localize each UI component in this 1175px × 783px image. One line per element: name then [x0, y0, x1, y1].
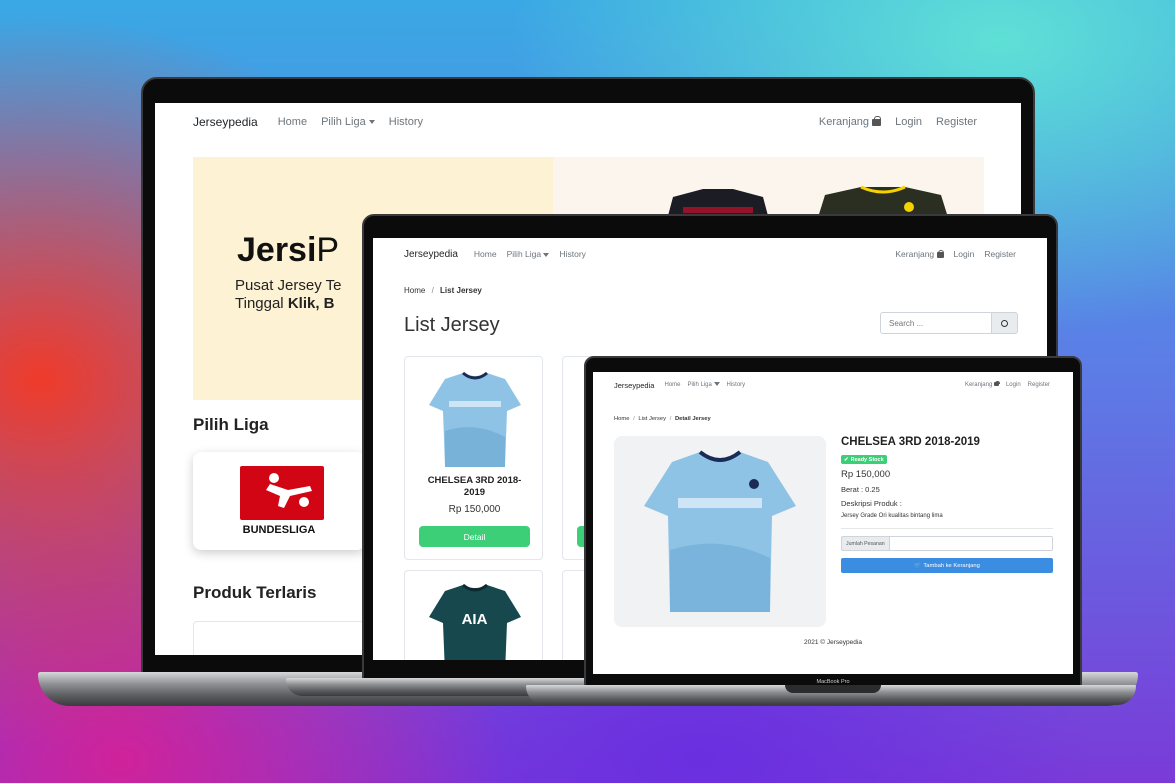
- league-card-bundesliga[interactable]: BUNDESLIGA: [193, 452, 365, 550]
- breadcrumb-list[interactable]: List Jersey: [638, 416, 666, 422]
- detail-button[interactable]: Detail: [419, 526, 530, 547]
- hero-subtitle-line2: Tinggal Klik, B: [235, 295, 335, 312]
- hero-subtitle-prefix: Tinggal: [235, 295, 288, 312]
- shopping-bag-icon: [993, 381, 1000, 387]
- nav-register[interactable]: Register: [984, 249, 1016, 259]
- nav-login[interactable]: Login: [954, 249, 975, 259]
- product-card: CHELSEA 3RD 2018- 2019 Rp 150,000 Detail: [404, 356, 543, 560]
- search-input[interactable]: Search ...: [880, 312, 992, 334]
- page-title: List Jersey: [404, 314, 500, 336]
- breadcrumb-home[interactable]: Home: [404, 286, 425, 295]
- nav-league-label: Pilih Liga: [321, 116, 366, 128]
- chevron-down-icon: [713, 382, 720, 387]
- jersey-image-chelsea-large: [642, 450, 798, 614]
- hero-subtitle-line1: Pusat Jersey Te: [235, 277, 342, 294]
- nav-register[interactable]: Register: [936, 116, 977, 128]
- section-title-league: Pilih Liga: [193, 415, 269, 434]
- breadcrumb-separator: /: [633, 416, 635, 422]
- add-to-cart-button[interactable]: 🛒 Tambah ke Keranjang: [841, 558, 1053, 573]
- nav-cart[interactable]: Keranjang: [964, 381, 1000, 388]
- nav-cart-label: Keranjang: [964, 382, 993, 388]
- product-description: Jersey Grade Ori kualitas bintang lima: [841, 513, 943, 519]
- chevron-down-icon: [543, 252, 550, 257]
- nav-league-dropdown[interactable]: Pilih Liga: [507, 249, 550, 259]
- nav-register[interactable]: Register: [1028, 382, 1050, 388]
- search-icon: [1001, 319, 1008, 327]
- nav-league-label: Pilih Liga: [506, 249, 542, 259]
- quantity-label: Jumlah Pesanan: [841, 536, 890, 551]
- hero-title-light: P: [316, 231, 340, 269]
- section-title-best-seller: Produk Terlaris: [193, 583, 317, 602]
- hero-title-bold: Jersi: [237, 231, 317, 269]
- nav-login[interactable]: Login: [895, 116, 922, 128]
- footer-text: 2021 © Jerseypedia: [804, 639, 862, 646]
- nav-cart[interactable]: Keranjang: [818, 116, 882, 128]
- divider: [841, 528, 1053, 529]
- product-weight: Berat : 0.25: [841, 485, 880, 494]
- jersey-sponsor-text: AIA: [461, 611, 488, 628]
- chevron-down-icon: [368, 120, 375, 125]
- best-seller-card[interactable]: [193, 621, 365, 655]
- brand-link[interactable]: Jerseypedia: [614, 381, 654, 390]
- breadcrumb-separator: /: [669, 416, 672, 422]
- product-name-line1: CHELSEA 3RD 2018-: [427, 475, 522, 486]
- nav-league-label: Pilih Liga: [687, 382, 712, 388]
- nav-home[interactable]: Home: [664, 382, 680, 388]
- nav-league-dropdown[interactable]: Pilih Liga: [321, 116, 375, 128]
- front-laptop-notch: [785, 685, 881, 693]
- navbar-right: Keranjang Login Register: [964, 381, 1050, 388]
- brand-link[interactable]: Jerseypedia: [404, 249, 458, 260]
- stock-badge: ✔ Ready Stock: [841, 455, 887, 464]
- league-name: BUNDESLIGA: [242, 524, 316, 536]
- front-laptop-screen: Jerseypedia Home Pilih Liga History Kera…: [593, 372, 1073, 674]
- breadcrumb: Home / List Jersey / Detail Jersey: [614, 416, 711, 422]
- navbar: Jerseypedia Home Pilih Liga History Kera…: [193, 115, 977, 129]
- nav-login[interactable]: Login: [1006, 382, 1021, 388]
- breadcrumb-separator: /: [431, 286, 434, 295]
- nav-cart-label: Keranjang: [895, 249, 935, 259]
- nav-history[interactable]: History: [559, 249, 585, 259]
- product-title: CHELSEA 3RD 2018-2019: [841, 436, 980, 448]
- bundesliga-logo: [240, 466, 324, 520]
- nav-history[interactable]: History: [727, 382, 746, 388]
- breadcrumb-current: List Jersey: [440, 286, 482, 295]
- breadcrumb: Home / List Jersey: [404, 286, 482, 295]
- shopping-bag-icon: [936, 249, 944, 258]
- device-label: MacBook Pro: [816, 679, 850, 685]
- nav-home[interactable]: Home: [474, 249, 497, 259]
- nav-home[interactable]: Home: [278, 116, 307, 128]
- search-button[interactable]: [992, 312, 1018, 334]
- check-icon: ✔: [844, 456, 849, 463]
- product-price: Rp 150,000: [448, 504, 501, 515]
- product-card-3: AIA: [404, 570, 543, 660]
- product-name-line2: 2019: [463, 487, 486, 498]
- hero-title: JersiP: [237, 231, 339, 270]
- search-group: Search ...: [880, 312, 1018, 334]
- navbar-right: Keranjang Login Register: [895, 249, 1016, 259]
- navbar: Jerseypedia Home Pilih Liga History Kera…: [614, 380, 1050, 390]
- quantity-input[interactable]: [889, 536, 1053, 551]
- jersey-image-chelsea: [427, 371, 523, 469]
- breadcrumb-current: Detail Jersey: [674, 416, 711, 422]
- brand-link[interactable]: Jerseypedia: [193, 115, 258, 129]
- navbar-right: Keranjang Login Register: [819, 116, 977, 128]
- stock-badge-label: Ready Stock: [850, 456, 884, 463]
- product-description-label: Deskripsi Produk :: [841, 499, 902, 508]
- quantity-group: Jumlah Pesanan: [841, 536, 1053, 551]
- breadcrumb-home[interactable]: Home: [614, 416, 629, 422]
- add-to-cart-label: Tambah ke Keranjang: [923, 562, 980, 569]
- hero-subtitle-bold: Klik, B: [287, 295, 335, 312]
- product-image-panel: [614, 436, 826, 627]
- shopping-bag-icon: [872, 116, 882, 126]
- product-name: CHELSEA 3RD 2018- 2019: [405, 475, 544, 499]
- product-price: Rp 150,000: [841, 469, 891, 480]
- cart-icon: 🛒: [914, 562, 922, 569]
- nav-history[interactable]: History: [389, 116, 423, 128]
- navbar: Jerseypedia Home Pilih Liga History Kera…: [404, 248, 1016, 260]
- nav-cart[interactable]: Keranjang: [895, 249, 944, 259]
- nav-league-dropdown[interactable]: Pilih Liga: [687, 382, 720, 388]
- nav-cart-label: Keranjang: [818, 116, 870, 128]
